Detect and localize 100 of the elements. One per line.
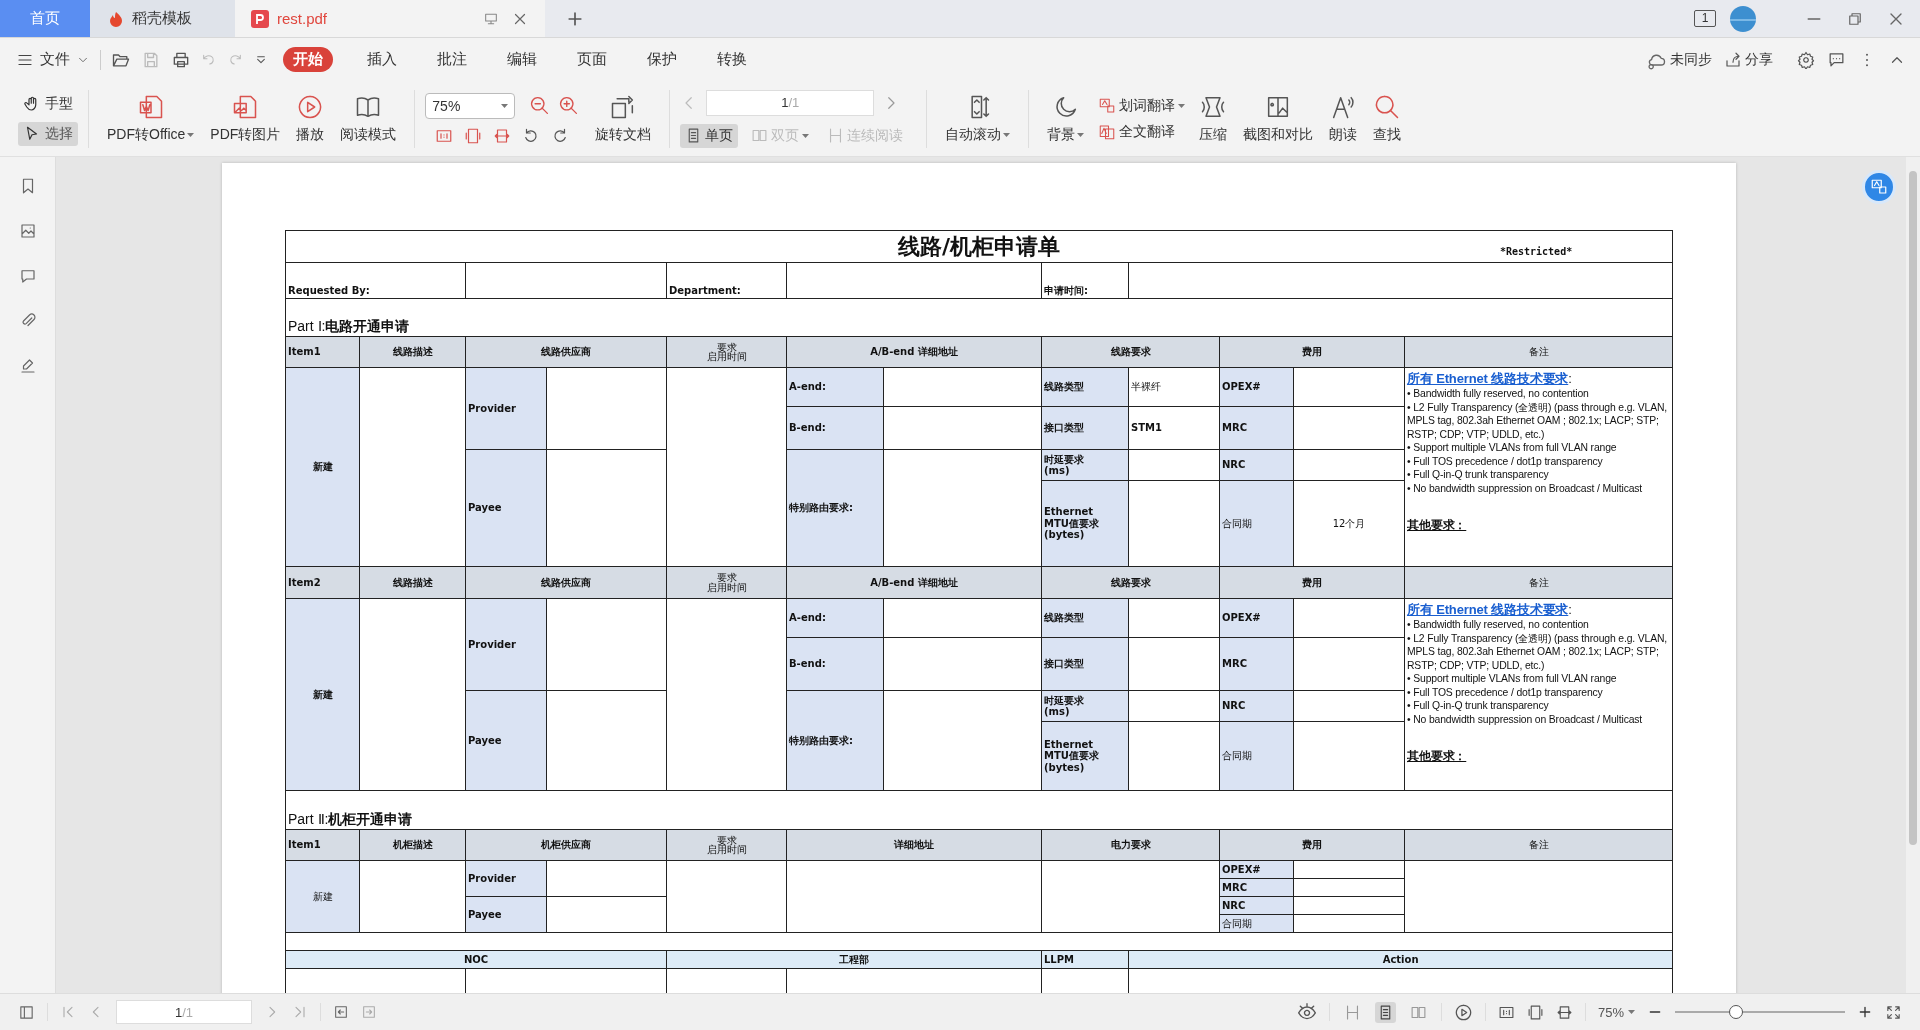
fit-page-icon[interactable] [1526, 1003, 1544, 1021]
back-icon[interactable] [333, 1004, 349, 1020]
fit-page-icon[interactable] [464, 126, 483, 145]
column-header: 要求 [716, 573, 738, 583]
toolbar-button[interactable]: PDF转图片 [202, 93, 289, 144]
table-cell: NRC [1219, 449, 1294, 481]
column-header: 线路要求 [1041, 336, 1220, 368]
toolbar-button[interactable]: 压缩 [1191, 93, 1236, 144]
tab[interactable]: 稻壳模板 [90, 0, 235, 37]
ribbon-tab[interactable]: 转换 [707, 47, 757, 72]
table-cell: 合同期 [1219, 721, 1294, 791]
toolbar-button[interactable]: 划词翻译 [1098, 96, 1186, 115]
avatar[interactable] [1730, 5, 1756, 32]
document-title: 线路/机柜申请单 [898, 233, 1061, 260]
comment-icon[interactable] [18, 267, 37, 285]
toolbar-button[interactable]: 全文翻译 [1098, 122, 1186, 141]
ribbon-tab[interactable]: 插入 [357, 47, 407, 72]
sidebar-toggle-icon[interactable] [18, 1003, 35, 1021]
page-count-button[interactable]: 1 [1694, 10, 1716, 27]
settings-icon[interactable] [1797, 50, 1815, 69]
toolbar-button[interactable]: 播放 [288, 93, 333, 144]
bullet-text: • Bandwidth fully reserved, no contention [1407, 387, 1590, 401]
toolbar-button[interactable]: 背景 [1039, 93, 1093, 144]
fit-width-icon[interactable] [1555, 1003, 1573, 1021]
bullet-text: • Full TOS precedence / dot1p transparency [1407, 685, 1604, 699]
table-cell: A-end: [786, 367, 884, 407]
page-number-field[interactable]: 1/1 [116, 1000, 252, 1024]
table-cell: 时延要求 (ms) [1041, 690, 1129, 722]
zoom-in-icon[interactable] [1857, 1004, 1873, 1020]
column-header: 机柜描述 [359, 829, 466, 861]
view-mode-button[interactable]: 单页 [680, 123, 739, 148]
bullet-text: • No bandwidth suppression on Broadcast / Multicast [1407, 712, 1644, 726]
double-page-icon [751, 127, 769, 144]
ribbon-tab[interactable]: 批注 [427, 47, 477, 72]
zoom-in-icon[interactable] [558, 95, 580, 116]
pointer-tool[interactable]: 手型 [18, 91, 78, 116]
toolbar-button[interactable]: 朗读 [1321, 93, 1366, 144]
table-cell: 半裸纤 [1128, 367, 1220, 407]
table-cell: 线路类型 [1041, 598, 1129, 638]
chat-icon[interactable] [1827, 50, 1846, 69]
table-cell: 新建 [285, 860, 360, 933]
ribbon-tab[interactable]: 保护 [637, 47, 687, 72]
pdf-file-icon [251, 9, 269, 28]
caret-icon [1628, 1010, 1635, 1014]
table-cell: 合同期 [1219, 480, 1294, 567]
zoom-dropdown[interactable]: 75% [425, 92, 516, 119]
classification-label: *Restricted* [1499, 245, 1573, 259]
column-header: 要求 [716, 835, 737, 845]
toolbar-button[interactable]: 旋转文档 [587, 93, 660, 144]
table-cell: A-end: [786, 598, 884, 638]
column-header: Item1 [285, 336, 360, 368]
column-header: 启用时间 [705, 582, 748, 592]
zoom-out-icon[interactable] [529, 95, 551, 116]
bullet-text: • Support multiple VLANs from full VLAN range [1407, 441, 1618, 455]
slider-thumb[interactable] [1729, 1005, 1744, 1019]
column-header: 线路描述 [359, 566, 466, 599]
page-number-field[interactable]: 1/1 [706, 89, 875, 116]
image-icon[interactable] [18, 222, 37, 240]
share-icon [1724, 50, 1742, 69]
column-header: 线路供应商 [465, 566, 667, 599]
toolbar-button[interactable]: 阅读模式 [332, 93, 405, 144]
toolbar-button[interactable]: PDF转Office [99, 93, 203, 144]
eye-icon[interactable] [1296, 1002, 1317, 1022]
zoom-slider[interactable] [1675, 1004, 1845, 1020]
share-button[interactable]: 分享 [1724, 50, 1773, 69]
column-header: 启用时间 [705, 352, 748, 362]
table-cell: 特别路由要求: [786, 449, 884, 567]
ribbon-tab[interactable]: 页面 [567, 47, 617, 72]
fit-width-icon[interactable] [493, 126, 512, 145]
table-cell: B-end: [786, 637, 884, 691]
file-menu[interactable]: 文件 [16, 50, 90, 69]
pointer-tool[interactable]: 选择 [18, 121, 78, 146]
play-icon[interactable] [1453, 1002, 1473, 1022]
ribbon-tab[interactable]: 编辑 [497, 47, 547, 72]
table-cell: 新建 [285, 367, 360, 567]
table-cell: OPEX# [1219, 367, 1294, 407]
toolbar-button[interactable]: 自动滚动 [937, 93, 1019, 144]
fullscreen-icon[interactable] [1885, 1003, 1902, 1021]
toolbar-button[interactable]: 截图和对比 [1235, 93, 1322, 144]
zoom-dropdown[interactable]: 75% [1597, 1004, 1635, 1020]
table-cell: Payee [465, 896, 547, 933]
bullet-text: • Bandwidth fully reserved, no contention [1407, 618, 1590, 632]
flame-icon [108, 10, 124, 27]
scrollbar-thumb[interactable] [1909, 171, 1917, 845]
table-cell: 申请时间: [1041, 262, 1129, 299]
table-cell: B-end: [786, 406, 884, 450]
sync-status[interactable]: 未同步 [1647, 49, 1712, 70]
floating-action-button[interactable] [1862, 170, 1896, 204]
view-mode-button[interactable] [1374, 1001, 1396, 1023]
table-cell: Requested By: [285, 262, 466, 299]
column-header: 费用 [1219, 566, 1405, 599]
other-requirements-label: 其他要求： [1407, 519, 1468, 533]
table-cell: 特别路由要求: [786, 690, 884, 791]
table-cell: MRC [1219, 637, 1294, 691]
table-cell: 接口类型 [1041, 637, 1129, 691]
table-cell: Payee [465, 690, 547, 791]
toolbar-button[interactable]: 查找 [1365, 93, 1410, 144]
tab[interactable]: rest.pdf [235, 0, 545, 37]
ribbon-tab[interactable]: 开始 [283, 47, 333, 72]
column-header: A/B-end 详细地址 [786, 336, 1042, 368]
